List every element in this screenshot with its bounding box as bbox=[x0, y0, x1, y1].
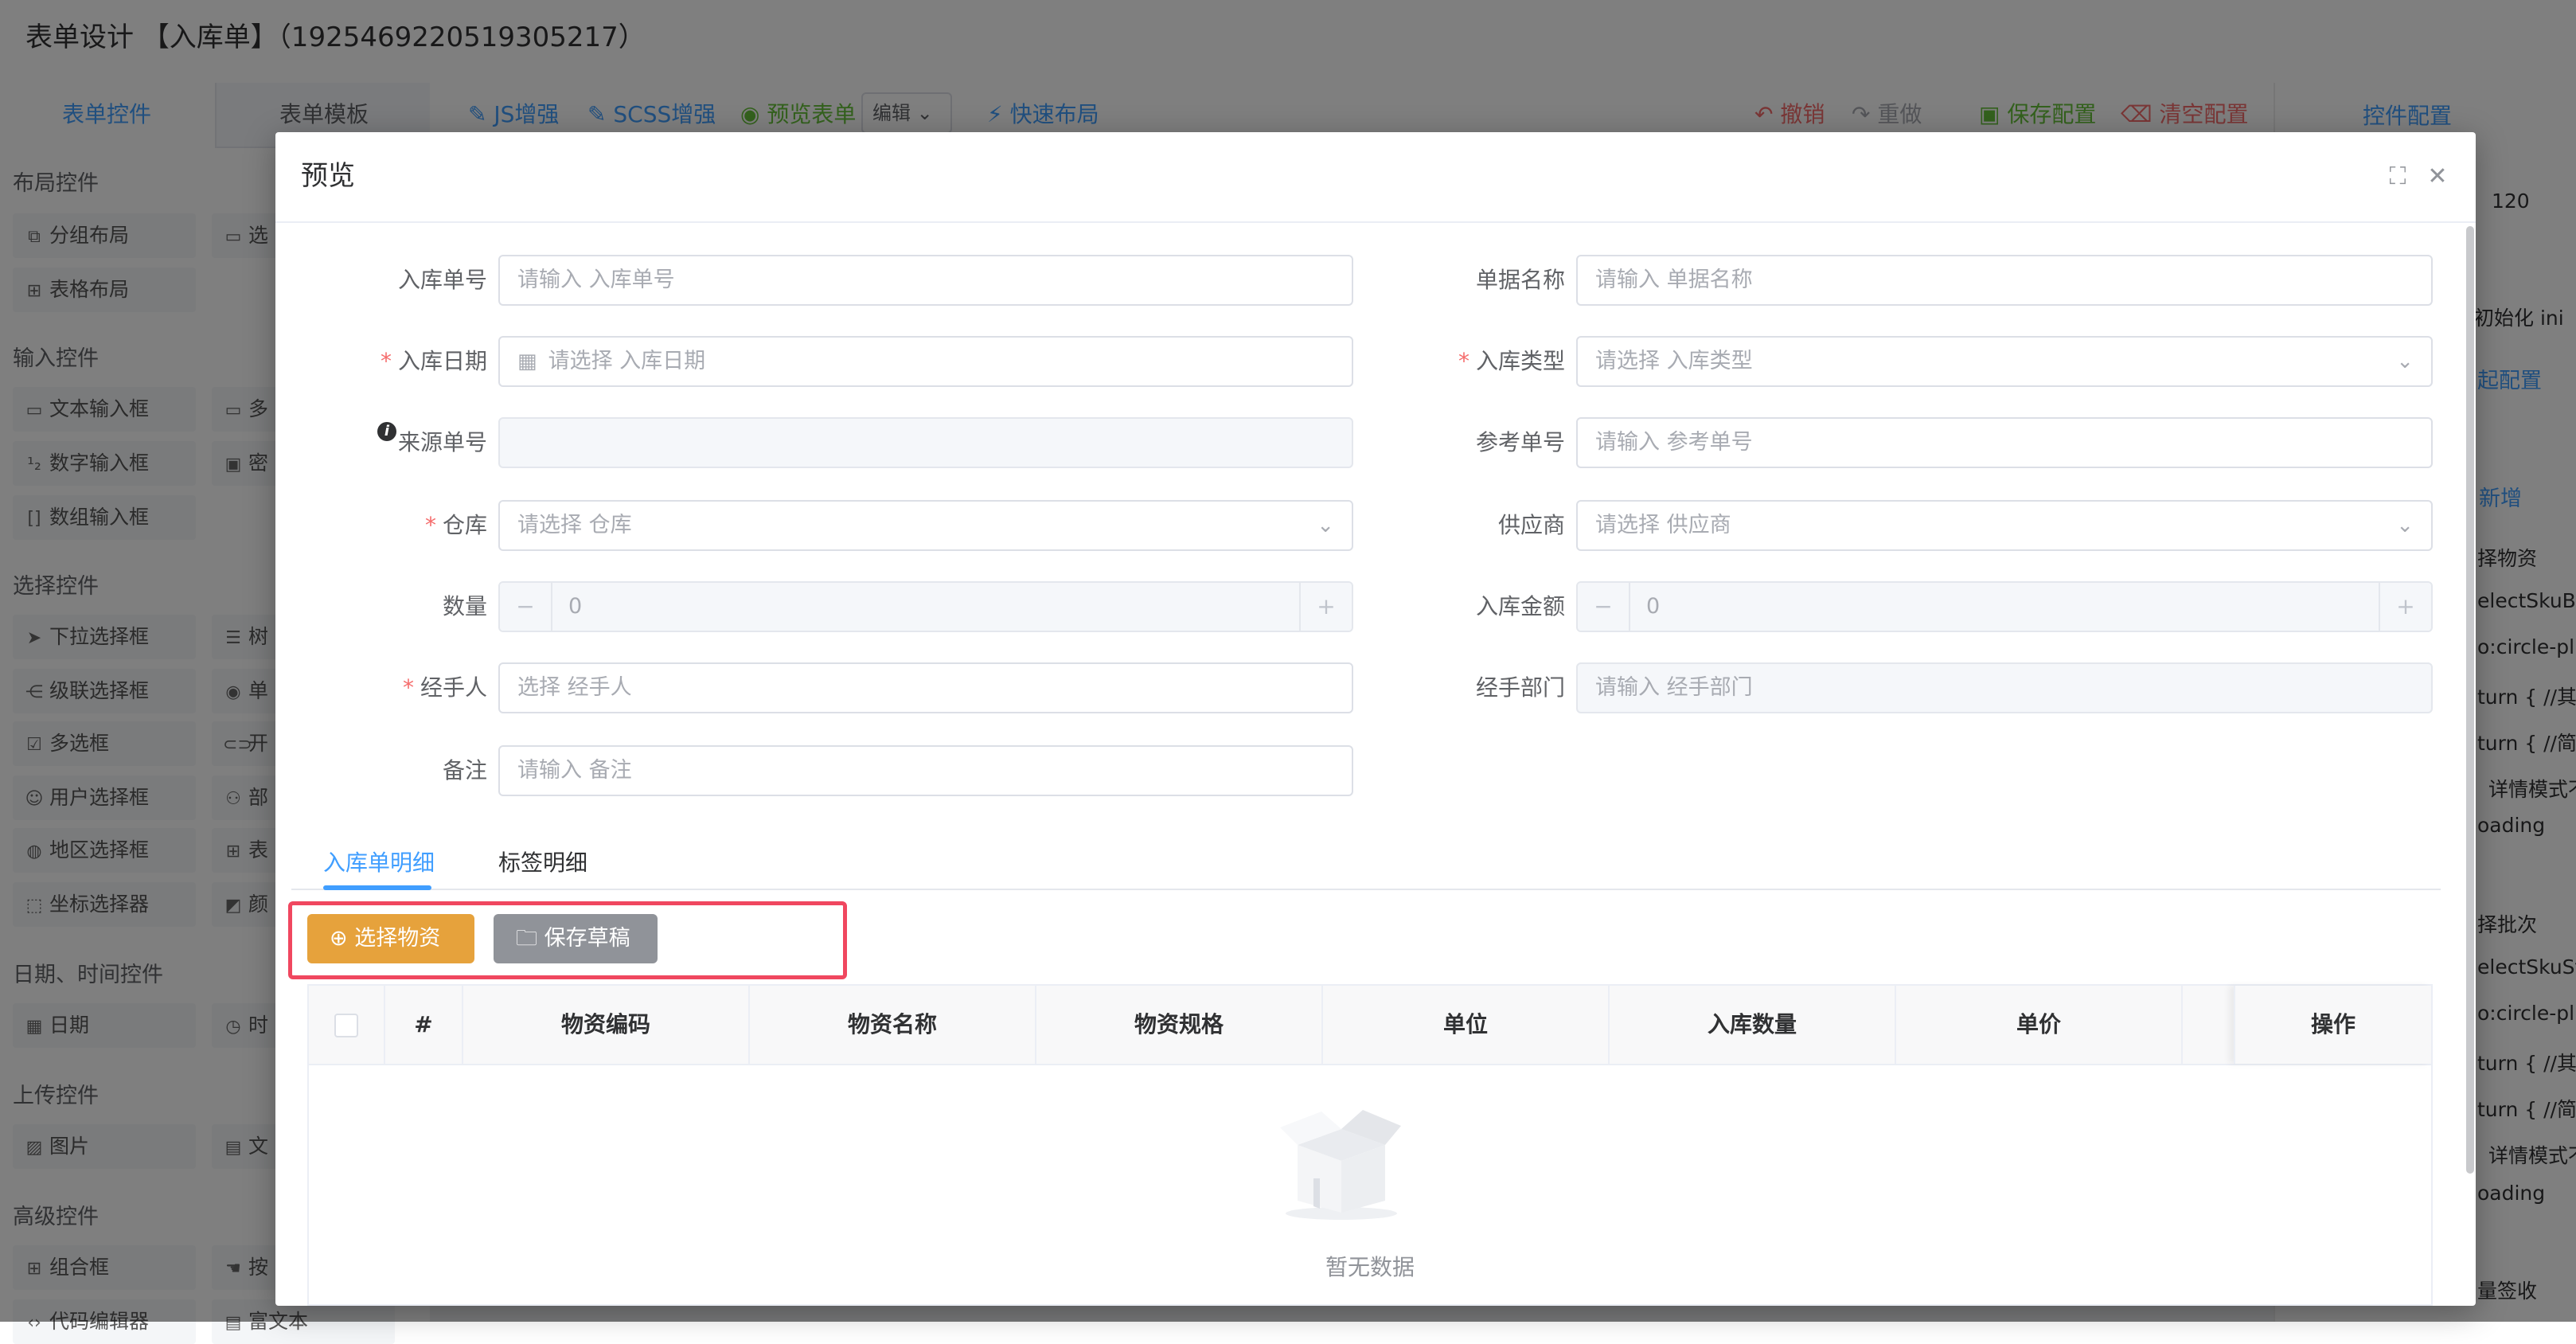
column-header-material-name: 物资名称 bbox=[750, 986, 1036, 1064]
table-header: # 物资编码 物资名称 物资规格 单位 入库数量 单价 操作 bbox=[309, 986, 2431, 1065]
label-inbound-type: * 入库类型 bbox=[1458, 348, 1565, 374]
minus-icon: − bbox=[500, 583, 552, 631]
tabs-divider bbox=[291, 889, 2441, 890]
chevron-down-icon: ⌄ bbox=[1317, 514, 1334, 537]
select-all-column bbox=[309, 986, 385, 1064]
label-remark: 备注 bbox=[442, 757, 487, 783]
column-header-actions: 操作 bbox=[2234, 986, 2431, 1064]
column-header-material-spec: 物资规格 bbox=[1036, 986, 1323, 1064]
handler-dept-input: 请输入 经手部门 bbox=[1576, 662, 2433, 713]
column-header-material-code: 物资编码 bbox=[463, 986, 750, 1064]
close-icon[interactable]: ✕ bbox=[2422, 161, 2453, 193]
amount-stepper: −0 + bbox=[1576, 581, 2433, 632]
inbound-type-select[interactable]: 请选择 入库类型 ⌄ bbox=[1576, 336, 2433, 387]
remark-input[interactable]: 请输入 备注 bbox=[498, 745, 1353, 796]
column-header-unit-price: 单价 bbox=[1896, 986, 2183, 1064]
select-material-button[interactable]: ⊕ 选择物资 bbox=[307, 914, 474, 963]
plus-icon: + bbox=[2379, 583, 2431, 631]
column-header-index: # bbox=[385, 986, 463, 1064]
active-tab-indicator bbox=[323, 885, 431, 890]
label-inbound-amount: 入库金额 bbox=[1475, 593, 1565, 619]
quantity-stepper: −0 + bbox=[498, 581, 1353, 632]
save-draft-button[interactable]: 🗀 保存草稿 bbox=[494, 914, 658, 963]
label-source-no: i 来源单号 bbox=[339, 417, 487, 468]
label-doc-name: 单据名称 bbox=[1475, 267, 1565, 293]
column-header-unit: 单位 bbox=[1323, 986, 1610, 1064]
label-inbound-no: 入库单号 bbox=[397, 267, 487, 293]
chevron-down-icon: ⌄ bbox=[2396, 350, 2414, 373]
empty-box-icon bbox=[1280, 1110, 1401, 1220]
doc-name-input[interactable]: 请输入 单据名称 bbox=[1576, 255, 2433, 306]
fullscreen-icon[interactable]: ⛶ bbox=[2382, 161, 2414, 193]
supplier-select[interactable]: 请选择 供应商 ⌄ bbox=[1576, 500, 2433, 551]
plus-icon: + bbox=[1299, 583, 1352, 631]
label-handler: * 经手人 bbox=[402, 674, 487, 701]
label-supplier: 供应商 bbox=[1497, 512, 1565, 538]
info-icon[interactable]: i bbox=[377, 422, 396, 441]
label-reference-no: 参考单号 bbox=[1475, 429, 1565, 455]
reference-no-input[interactable]: 请输入 参考单号 bbox=[1576, 417, 2433, 468]
tab-inbound-detail[interactable]: 入库单明细 bbox=[323, 839, 435, 887]
source-no-input bbox=[498, 417, 1353, 468]
calendar-icon: ▦ bbox=[517, 350, 537, 373]
column-header-inbound-qty: 入库数量 bbox=[1610, 986, 1896, 1064]
label-handler-dept: 经手部门 bbox=[1475, 674, 1565, 701]
dialog-scrollbar[interactable] bbox=[2466, 226, 2474, 1174]
handler-input[interactable]: 选择 经手人 bbox=[498, 662, 1353, 713]
inbound-no-input[interactable]: 请输入 入库单号 bbox=[498, 255, 1353, 306]
label-warehouse: * 仓库 bbox=[424, 512, 487, 538]
empty-state-text: 暂无数据 bbox=[1325, 1254, 1415, 1280]
preview-dialog: 预览 ⛶ ✕ 入库单号 请输入 入库单号 * 入库日期 ▦ 请选择 入库日期 i 来源… bbox=[275, 132, 2476, 1306]
tab-label-detail[interactable]: 标签明细 bbox=[498, 839, 587, 887]
label-quantity: 数量 bbox=[442, 593, 487, 619]
chevron-down-icon: ⌄ bbox=[2396, 514, 2414, 537]
label-inbound-date: * 入库日期 bbox=[380, 348, 487, 374]
inbound-date-picker[interactable]: ▦ 请选择 入库日期 bbox=[498, 336, 1353, 387]
dialog-title: 预览 bbox=[301, 160, 355, 192]
folder-icon: 🗀 bbox=[516, 926, 537, 951]
select-all-checkbox[interactable] bbox=[334, 1014, 358, 1037]
circle-plus-icon: ⊕ bbox=[330, 926, 348, 951]
minus-icon: − bbox=[1578, 583, 1630, 631]
dialog-header: 预览 ⛶ ✕ bbox=[275, 132, 2476, 223]
warehouse-select[interactable]: 请选择 仓库 ⌄ bbox=[498, 500, 1353, 551]
